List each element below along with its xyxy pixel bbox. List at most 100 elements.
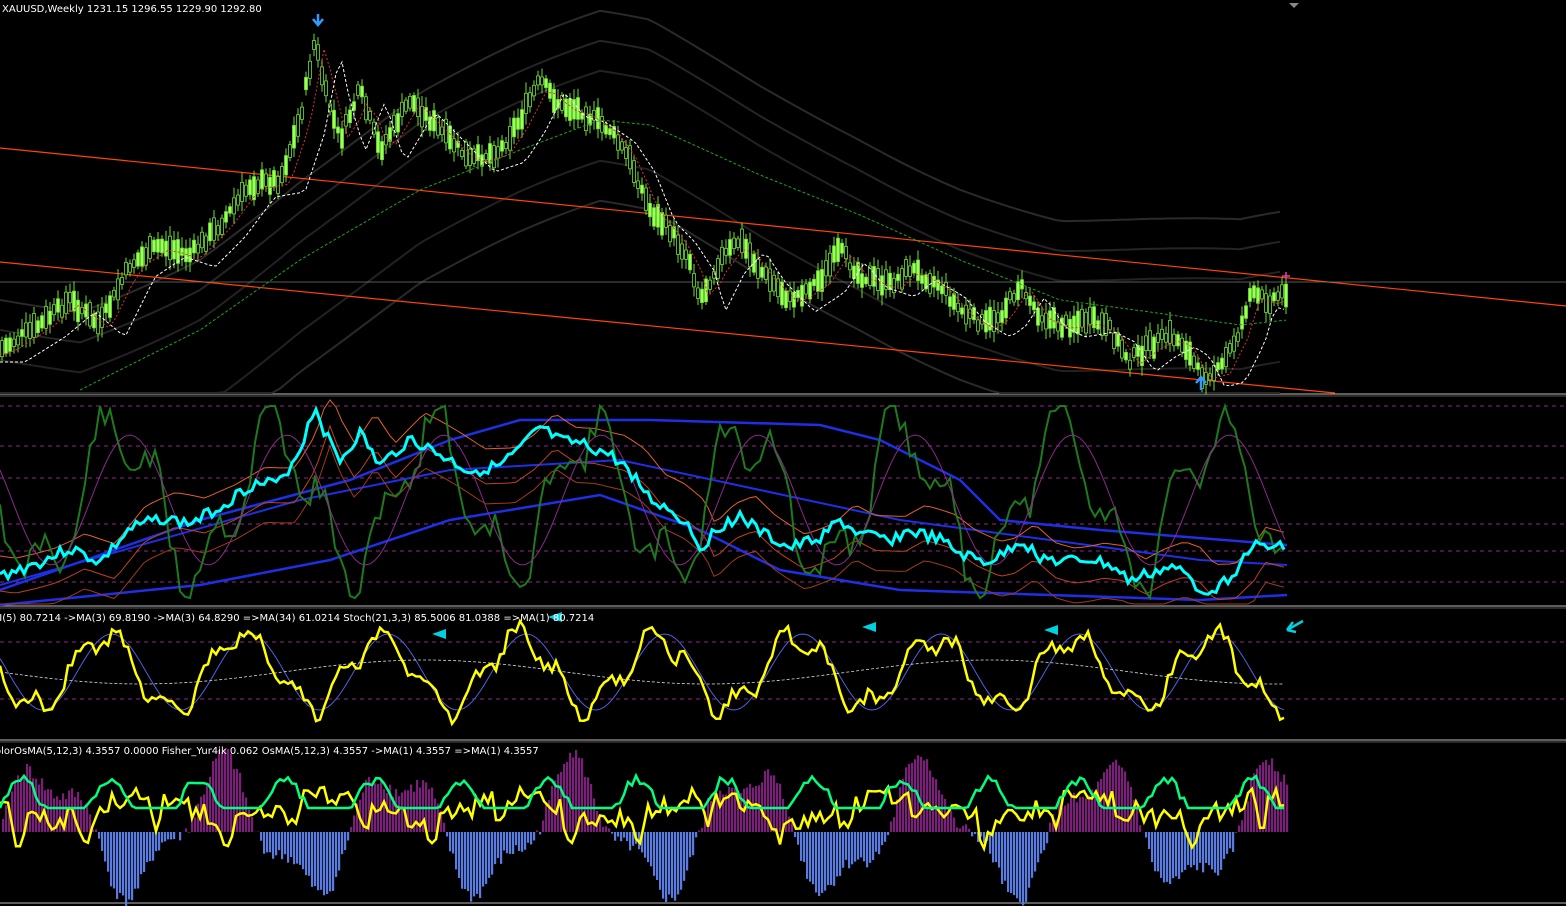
histogram-bar (101, 832, 104, 851)
candle-body (1104, 313, 1108, 336)
trading-chart[interactable] (0, 0, 1566, 906)
candle-body (448, 125, 452, 150)
candle-body (176, 239, 180, 264)
histogram-bar (497, 832, 500, 859)
histogram-bar (830, 832, 833, 885)
candle-body (1208, 373, 1212, 381)
histogram-bar (107, 832, 110, 872)
candle-body (960, 307, 964, 315)
histogram-bar (998, 832, 1001, 868)
histogram-bar (302, 832, 305, 870)
histogram-bar (800, 832, 803, 861)
histogram-bar (572, 757, 575, 832)
candle-body (604, 124, 608, 135)
envelope-band (0, 199, 1280, 394)
histogram-bar (521, 832, 524, 852)
histogram-bar (947, 813, 950, 832)
candle-body (140, 246, 144, 267)
candle-body (520, 109, 524, 130)
histogram-bar (125, 832, 128, 906)
histogram-bar (890, 821, 893, 832)
candle-body (248, 179, 252, 196)
histogram-bar (14, 782, 17, 832)
histogram-bar (293, 832, 296, 865)
candle-body (1072, 315, 1076, 333)
candle-body (1148, 330, 1152, 352)
histogram-bar (617, 832, 620, 837)
candle-body (800, 284, 804, 307)
histogram-bar (86, 806, 89, 832)
histogram-bar (140, 832, 143, 875)
histogram-bar (845, 832, 848, 860)
histogram-bar (1073, 792, 1076, 832)
histogram-bar (17, 775, 20, 832)
histogram-bar (575, 750, 578, 832)
candle-body (532, 84, 536, 97)
histogram-bar (1283, 774, 1286, 832)
histogram-bar (806, 832, 809, 879)
candle-body (496, 146, 500, 159)
candle-body (656, 203, 660, 228)
candle-body (212, 217, 216, 241)
histogram-bar (1013, 832, 1016, 896)
left-arrow-icon (432, 629, 446, 639)
candle-body (88, 302, 92, 327)
candle-body (1284, 283, 1288, 308)
candle-body (436, 117, 440, 136)
candle-body (1248, 288, 1252, 302)
candle-body (304, 76, 308, 91)
candle-body (1260, 289, 1264, 300)
candle-body (1236, 332, 1240, 342)
histogram-bar (1043, 832, 1046, 851)
candle-body (544, 78, 548, 89)
candle-body (320, 66, 324, 86)
candle-body (132, 259, 136, 268)
candle-body (136, 252, 140, 267)
histogram-bar (332, 832, 335, 891)
histogram-bar (860, 832, 863, 858)
histogram-bar (323, 832, 326, 896)
candle-body (1080, 308, 1084, 328)
histogram-bar (827, 832, 830, 886)
candle-body (512, 117, 516, 138)
rsi-line (0, 618, 1285, 727)
candle-body (8, 337, 12, 352)
histogram-bar (662, 832, 665, 899)
cross-marker-icon (1282, 272, 1290, 280)
candle-body (100, 306, 104, 328)
candle-body (1092, 306, 1096, 329)
candle-body (1036, 307, 1040, 326)
candle-body (1044, 312, 1048, 330)
candle-body (468, 148, 472, 166)
histogram-bar (398, 796, 401, 832)
candle-body (192, 239, 196, 254)
histogram-bar (401, 792, 404, 832)
candle-body (1032, 301, 1036, 311)
histogram-bar (794, 832, 797, 838)
histogram-bar (914, 759, 917, 832)
histogram-bar (677, 832, 680, 895)
shift-marker-icon[interactable] (1289, 3, 1299, 8)
candle-body (748, 242, 752, 267)
candle-body (420, 106, 424, 128)
histogram-bar (95, 829, 98, 832)
candle-body (508, 126, 512, 151)
histogram-bar (269, 832, 272, 853)
histogram-bar (143, 832, 146, 873)
candle-body (120, 277, 124, 285)
candle-body (484, 153, 488, 161)
histogram-bar (458, 832, 461, 879)
candle-body (760, 266, 764, 278)
candle-body (880, 275, 884, 296)
histogram-bar (614, 832, 617, 841)
histogram-bar (386, 793, 389, 832)
histogram-bar (221, 752, 224, 832)
histogram-bar (1181, 832, 1184, 873)
candle-body (784, 290, 788, 309)
histogram-bar (326, 832, 329, 894)
histogram-bar (236, 768, 239, 832)
candle-body (40, 315, 44, 329)
histogram-bar (1148, 832, 1151, 850)
histogram-bar (854, 832, 857, 862)
candle-body (840, 242, 844, 254)
